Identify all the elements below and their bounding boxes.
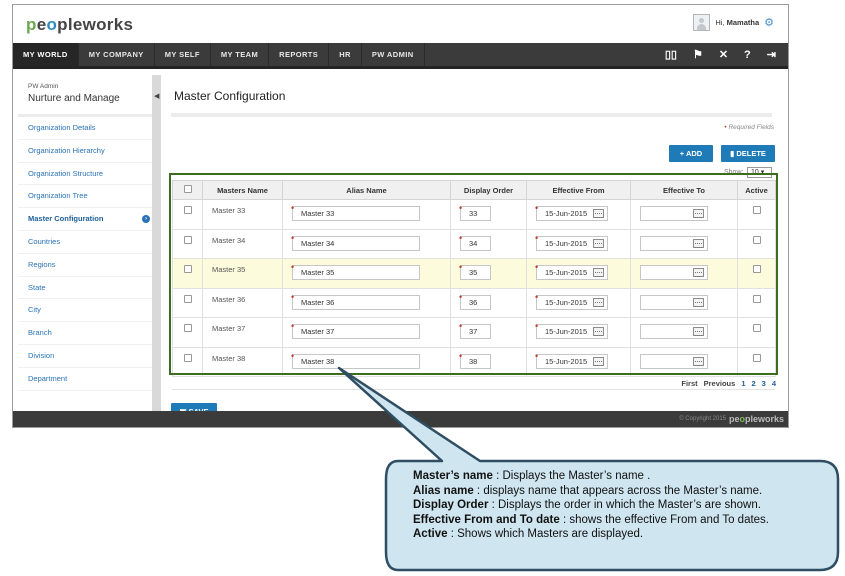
callout-text: Master’s name : Displays the Master’s na… <box>413 469 823 542</box>
callout-line: Master’s name : Displays the Master’s na… <box>413 470 651 482</box>
callout-line: Alias name : displays name that appears … <box>413 484 763 497</box>
callout-line: Effective From and To date : shows the e… <box>413 513 770 526</box>
callout-line: Display Order : Displays the order in wh… <box>413 499 761 511</box>
callout-line: Active : Shows which Masters are display… <box>413 528 644 540</box>
